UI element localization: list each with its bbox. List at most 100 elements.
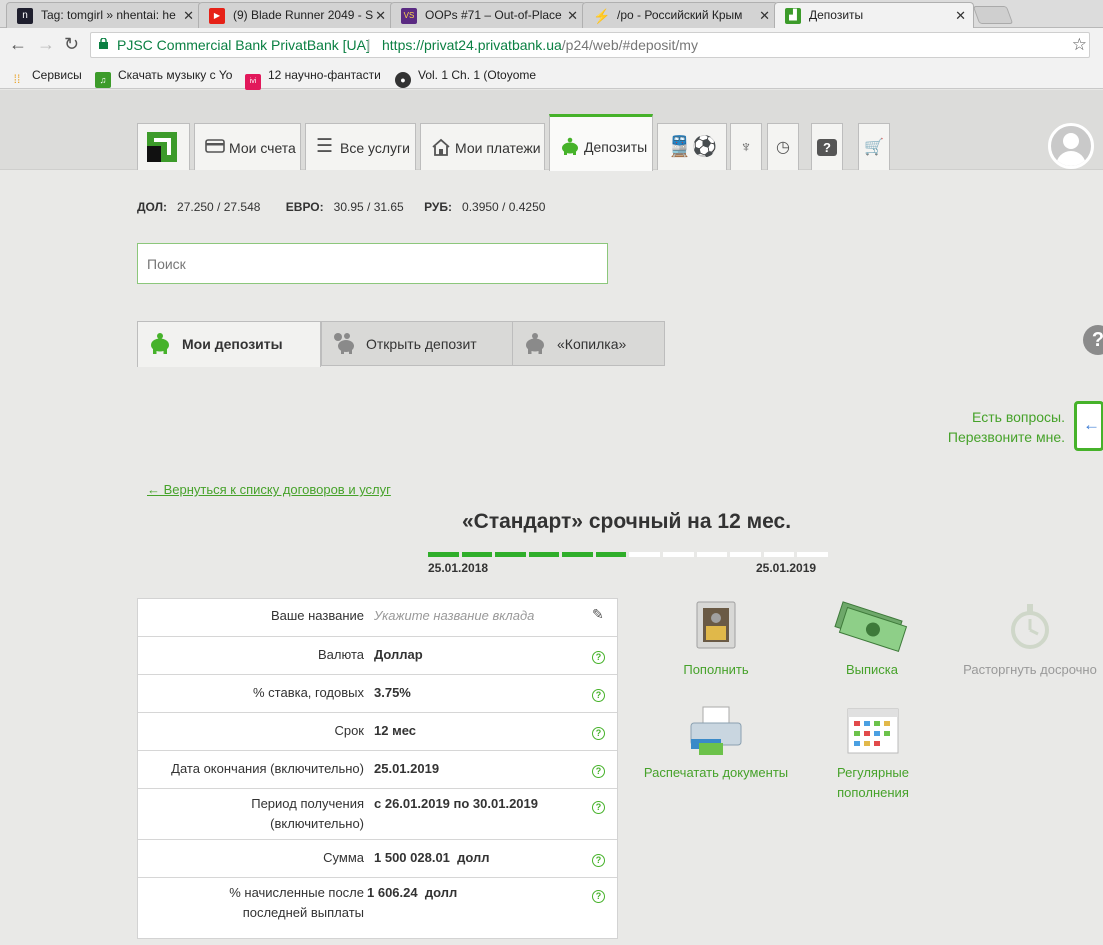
avatar[interactable] (1048, 123, 1094, 169)
tab-title: OOPs #71 – Out-of-Place (425, 8, 562, 22)
deposit-start-date: 25.01.2018 (428, 561, 489, 575)
bookmark-label: Сервисы (32, 68, 82, 82)
callback-line1: Есть вопросы. (972, 409, 1065, 425)
close-icon[interactable]: ✕ (759, 8, 770, 24)
question-icon[interactable]: ? (811, 123, 843, 170)
arrow-left-icon: ← (1083, 415, 1100, 434)
info-row-amount: Сумма 1 500 028.01 долл ? (138, 840, 617, 878)
piggy-coins-icon (334, 333, 354, 354)
subtab-label: Мои депозиты (182, 336, 283, 352)
calendar-icon (847, 708, 899, 754)
info-question-icon[interactable]: ? (592, 765, 605, 778)
back-arrow-icon[interactable]: ← (9, 34, 27, 55)
money-icon (834, 601, 908, 653)
youtube-favicon-icon: ▶ (209, 8, 225, 24)
action-label: Пополнить (683, 662, 749, 677)
progress-segment (730, 552, 761, 557)
address-bar-row: ← → ↻ PJSC Commercial Bank PrivatBank [U… (0, 28, 1103, 62)
close-icon[interactable]: ✕ (183, 8, 194, 24)
deposit-info-table: Ваше название Укажите название вклада ✎ … (137, 598, 618, 939)
card-icon (205, 138, 225, 156)
tab-piggy[interactable]: «Копилка» (512, 321, 665, 366)
url-host: https://privat24.privatbank.ua (382, 37, 562, 53)
info-row-payout-period: Период получения (включительно) с 26.01.… (138, 789, 617, 840)
search-input[interactable]: Поиск (137, 243, 608, 284)
url-field[interactable]: PJSC Commercial Bank PrivatBank [UA] | h… (90, 32, 1090, 58)
close-icon[interactable]: ✕ (567, 8, 578, 24)
bookmark-item[interactable]: ♫ Скачать музыку с Yo (95, 68, 232, 88)
reload-icon[interactable]: ↻ (64, 34, 79, 55)
browser-tab[interactable]: VS OOPs #71 – Out-of-Place ✕ (390, 2, 586, 28)
bookmark-label: 12 научно-фантасти (268, 68, 381, 82)
new-tab-button[interactable] (972, 6, 1014, 24)
callback-link[interactable]: Есть вопросы. Перезвоните мне. (880, 407, 1065, 447)
top-up-button[interactable]: Пополнить (666, 598, 766, 680)
browser-tab[interactable]: n Tag: tomgirl » nhentai: he ✕ (6, 2, 202, 28)
nav-item-my-accounts[interactable]: Мои счета (194, 123, 301, 170)
browser-tab[interactable]: ⚡ /po - Российский Крым ✕ (582, 2, 778, 28)
close-icon[interactable]: ✕ (955, 8, 966, 24)
progress-segment (595, 552, 627, 557)
browser-tab-active[interactable]: ▟ Депозиты ✕ (774, 2, 974, 29)
nav-item-my-payments[interactable]: Мои платежи (420, 123, 545, 170)
info-question-icon[interactable]: ? (592, 801, 605, 814)
back-to-list-link[interactable]: ← Вернуться к списку договоров и услуг (147, 482, 391, 497)
info-question-icon[interactable]: ? (592, 854, 605, 867)
bookmark-star-icon[interactable]: ☆ (1072, 35, 1087, 55)
browser-tab[interactable]: ▶ (9) Blade Runner 2049 - S ✕ (198, 2, 394, 28)
nav-item-all-services[interactable]: ☰ Все услуги (305, 123, 416, 170)
privatbank-logo[interactable] (137, 123, 190, 170)
tab-my-deposits[interactable]: Мои депозиты (137, 321, 321, 367)
rate-usd-value: 27.250 / 27.548 (177, 200, 261, 214)
travel-icon[interactable]: 🚆⚽ (657, 123, 727, 170)
statement-button[interactable]: Выписка (822, 598, 922, 680)
browser-tabstrip: n Tag: tomgirl » nhentai: he ✕ ▶ (9) Bla… (0, 0, 1103, 29)
progress-segment (428, 552, 459, 557)
subtab-label: Открыть депозит (366, 336, 477, 352)
forward-arrow-icon[interactable]: → (37, 34, 55, 55)
close-icon[interactable]: ✕ (375, 8, 386, 24)
progress-segment (797, 552, 828, 557)
piggy-bank-icon (151, 333, 169, 354)
info-question-icon[interactable]: ? (592, 689, 605, 702)
info-label: Период получения (включительно) (251, 796, 364, 831)
lock-icon (99, 38, 108, 49)
nav-item-label: Мои счета (229, 140, 296, 156)
info-value: Доллар (374, 647, 423, 662)
manga-favicon-icon: ● (395, 72, 411, 88)
privatbank-favicon-icon: ▟ (785, 8, 801, 24)
info-question-icon[interactable]: ? (592, 890, 605, 903)
progress-segment (763, 552, 795, 557)
regular-top-ups-button[interactable]: Регулярные пополнения (820, 703, 926, 803)
printer-icon (690, 706, 742, 755)
cart-icon[interactable]: 🛒 (858, 123, 890, 170)
bookmark-item[interactable]: ivi 12 научно-фантасти (245, 68, 381, 90)
info-row-name[interactable]: Ваше название Укажите название вклада ✎ (138, 599, 617, 637)
nav-item-deposits[interactable]: Депозиты (549, 114, 653, 171)
info-question-icon[interactable]: ? (592, 651, 605, 664)
deposit-name-field[interactable]: Укажите название вклада (374, 606, 534, 626)
phone-icon[interactable]: ← (1074, 401, 1103, 451)
bookmark-item[interactable]: ● Vol. 1 Ch. 1 (Otoyome (395, 68, 536, 88)
bookmark-item[interactable]: ⁞⁞ Сервисы (9, 68, 82, 87)
info-question-icon[interactable]: ? (592, 727, 605, 740)
info-value: 3.75% (374, 685, 411, 700)
trident-icon[interactable]: ♆ (730, 123, 762, 170)
print-documents-button[interactable]: Распечатать документы (636, 703, 796, 783)
info-label: Сумма (323, 850, 364, 865)
progress-segment (696, 552, 728, 557)
info-value: с 26.01.2019 по 30.01.2019 (374, 796, 538, 811)
progress-segment (562, 552, 593, 557)
list-icon: ☰ (316, 136, 334, 157)
info-label: % ставка, годовых (252, 685, 364, 700)
help-icon[interactable]: ? (1083, 325, 1103, 355)
vs-favicon-icon: VS (401, 8, 417, 24)
tab-title: (9) Blade Runner 2049 - S (233, 8, 374, 22)
info-value: 12 мес (374, 723, 416, 738)
pencil-icon[interactable]: ✎ (592, 606, 604, 623)
early-termination-button[interactable]: Расторгнуть досрочно (955, 598, 1103, 680)
clock-icon[interactable]: ◷ (767, 123, 799, 170)
tab-open-deposit[interactable]: Открыть депозит (321, 321, 513, 366)
exchange-rates: ДОЛ: 27.250 / 27.548 ЕВРО: 30.95 / 31.65… (137, 200, 557, 214)
progress-segment (663, 552, 694, 557)
